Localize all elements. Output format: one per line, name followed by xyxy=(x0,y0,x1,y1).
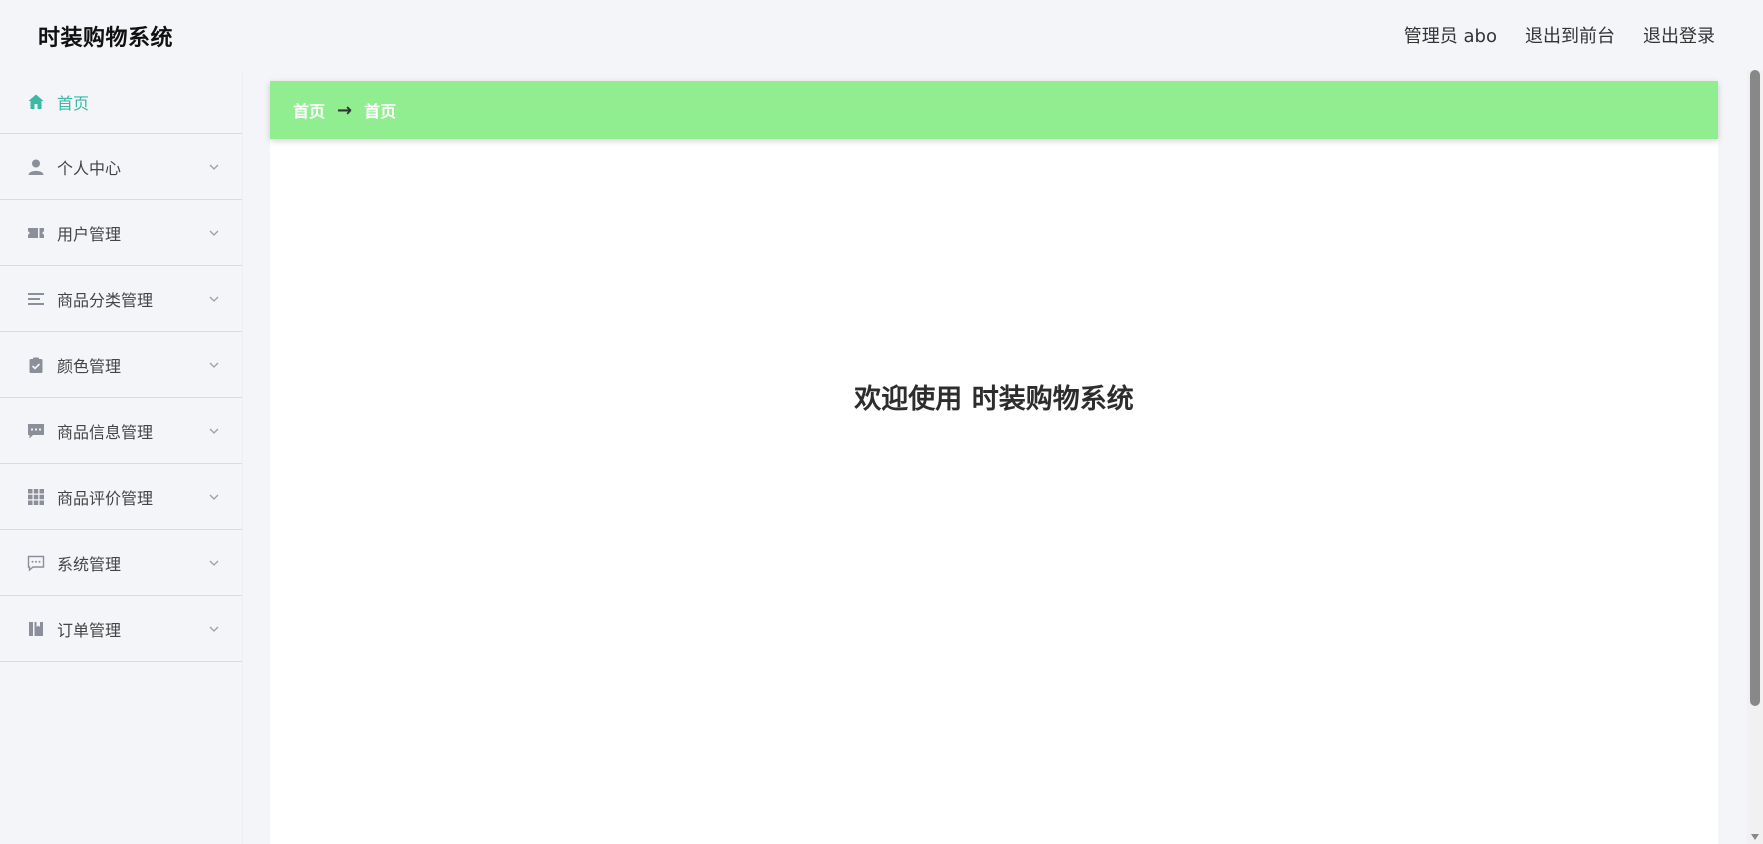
sidebar-item-label: 商品分类管理 xyxy=(57,290,154,310)
chevron-down-icon xyxy=(209,296,219,302)
ticket-icon xyxy=(27,224,45,242)
sidebar-item-order-management[interactable]: 订单管理 xyxy=(0,596,242,662)
chevron-down-icon xyxy=(209,362,219,368)
book-icon xyxy=(27,620,45,638)
breadcrumb-current: 首页 xyxy=(364,102,397,121)
grid-icon xyxy=(27,488,45,506)
home-icon xyxy=(27,93,45,111)
sidebar-item-label: 个人中心 xyxy=(57,158,122,178)
message-icon xyxy=(27,422,45,440)
user-icon xyxy=(27,158,45,176)
sidebar-item-color-management[interactable]: 颜色管理 xyxy=(0,332,242,398)
chevron-down-icon xyxy=(209,230,219,236)
back-to-front-link[interactable]: 退出到前台 xyxy=(1525,22,1615,48)
admin-user-label[interactable]: 管理员 abo xyxy=(1404,22,1497,48)
chat-dots-icon xyxy=(27,554,45,572)
sidebar: 首页 个人中心 用户管理 商品分类管理 颜色管理 商品信息管理 商品评价管理 系… xyxy=(0,70,243,844)
logout-link[interactable]: 退出登录 xyxy=(1643,22,1715,48)
sidebar-item-label: 商品评价管理 xyxy=(57,488,154,508)
clipboard-check-icon xyxy=(27,356,45,374)
list-icon xyxy=(27,290,45,308)
chevron-down-icon xyxy=(209,560,219,566)
breadcrumb: 首页 → 首页 xyxy=(270,81,1718,139)
chevron-down-icon xyxy=(209,428,219,434)
top-header: 时装购物系统 管理员 abo 退出到前台 退出登录 xyxy=(0,0,1763,70)
sidebar-item-label: 商品信息管理 xyxy=(57,422,154,442)
chevron-down-icon xyxy=(209,494,219,500)
main-content: 首页 → 首页 欢迎使用 时装购物系统 xyxy=(270,81,1718,844)
sidebar-item-label: 用户管理 xyxy=(57,224,122,244)
app-title: 时装购物系统 xyxy=(38,26,174,51)
sidebar-item-user-management[interactable]: 用户管理 xyxy=(0,200,242,266)
welcome-heading: 欢迎使用 时装购物系统 xyxy=(854,384,1134,415)
sidebar-item-personal-center[interactable]: 个人中心 xyxy=(0,134,242,200)
page-scrollbar[interactable] xyxy=(1747,70,1763,844)
sidebar-item-product-review-management[interactable]: 商品评价管理 xyxy=(0,464,242,530)
sidebar-item-home[interactable]: 首页 xyxy=(0,70,242,134)
chevron-down-icon xyxy=(209,626,219,632)
breadcrumb-home-link[interactable]: 首页 xyxy=(293,98,325,122)
header-links: 管理员 abo 退出到前台 退出登录 xyxy=(1404,22,1715,48)
breadcrumb-arrow-icon: → xyxy=(337,99,353,121)
scroll-down-arrow-icon[interactable] xyxy=(1751,834,1759,840)
scrollbar-thumb[interactable] xyxy=(1750,70,1760,706)
sidebar-item-label: 系统管理 xyxy=(57,554,122,574)
sidebar-item-label: 颜色管理 xyxy=(57,356,122,376)
sidebar-item-category-management[interactable]: 商品分类管理 xyxy=(0,266,242,332)
sidebar-item-label: 首页 xyxy=(57,93,90,113)
app-root: 时装购物系统 管理员 abo 退出到前台 退出登录 首页 个人中心 用户管理 商… xyxy=(0,0,1763,844)
sidebar-item-product-info-management[interactable]: 商品信息管理 xyxy=(0,398,242,464)
sidebar-item-system-management[interactable]: 系统管理 xyxy=(0,530,242,596)
sidebar-item-label: 订单管理 xyxy=(57,620,122,640)
chevron-down-icon xyxy=(209,164,219,170)
